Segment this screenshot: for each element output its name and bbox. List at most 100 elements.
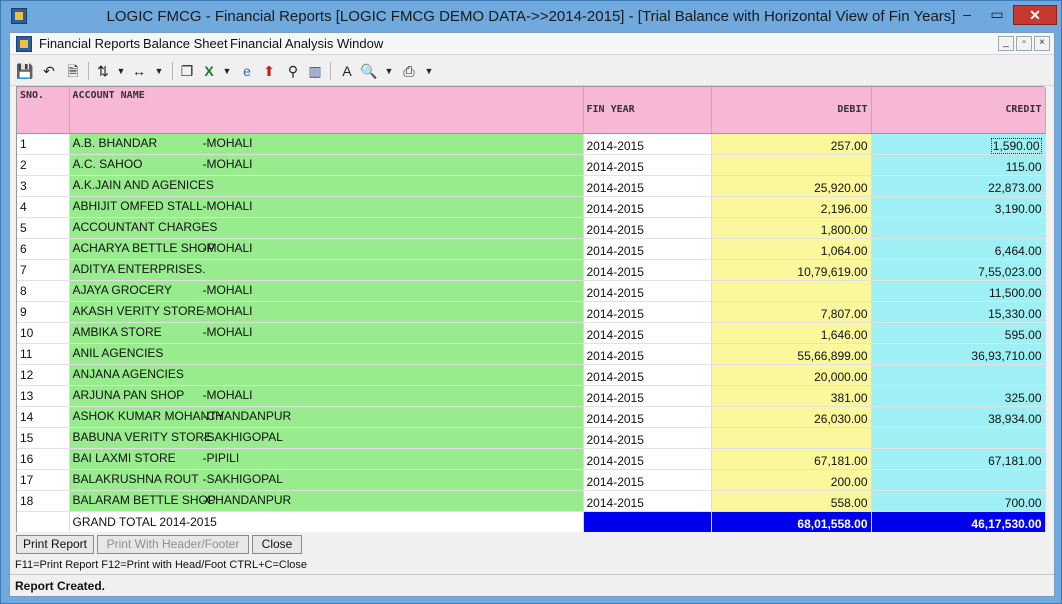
cell-fin-year[interactable]: 2014-2015	[583, 469, 712, 491]
cell-debit[interactable]: 10,79,619.00	[711, 259, 872, 281]
cell-sno[interactable]: 14	[17, 406, 70, 428]
column-header-fin-year[interactable]: FIN YEAR	[583, 87, 712, 134]
cell-fin-year[interactable]: 2014-2015	[583, 364, 712, 386]
cell-credit[interactable]: 115.00	[871, 154, 1046, 176]
mdi-close-button[interactable]: ×	[1034, 36, 1050, 51]
cell-credit[interactable]: 595.00	[871, 322, 1046, 344]
print-header-footer-button[interactable]: Print With Header/Footer	[97, 535, 249, 554]
cell-account[interactable]: A.B. BHANDAR -MOHALI	[69, 133, 584, 155]
cell-fin-year[interactable]: 2014-2015	[583, 490, 712, 512]
table-row[interactable]: 3 A.K.JAIN AND AGENICES 2014-2015 25,920.00…	[17, 175, 1046, 197]
table-row[interactable]: 15 BABUNA VERITY STORE-SAKHIGOPAL 2014-201…	[17, 427, 1046, 449]
cell-debit[interactable]: 20,000.00	[711, 364, 872, 386]
cell-fin-year[interactable]: 2014-2015	[583, 301, 712, 323]
preview-icon[interactable]: 🔍	[360, 62, 378, 80]
cell-sno[interactable]: 16	[17, 448, 70, 470]
cell-sno[interactable]: 17	[17, 469, 70, 491]
cell-account[interactable]: ACHARYA BETTLE SHOP-MOHALI	[69, 238, 584, 260]
column-header-debit[interactable]: DEBIT	[711, 87, 872, 134]
copy-icon[interactable]: ❐	[178, 62, 196, 80]
cell-debit[interactable]: 1,646.00	[711, 322, 872, 344]
cell-debit[interactable]: 257.00	[711, 133, 872, 155]
sort-icon[interactable]: ⇅	[94, 62, 112, 80]
up-arrow-icon[interactable]: ⬆	[260, 62, 278, 80]
cell-fin-year[interactable]: 2014-2015	[583, 448, 712, 470]
column-width-icon[interactable]: ↔	[130, 62, 148, 80]
document-icon[interactable]	[16, 36, 32, 52]
chevron-down-icon[interactable]: ▼	[218, 62, 236, 80]
cell-account[interactable]: AMBIKA STORE -MOHALI	[69, 322, 584, 344]
cell-sno[interactable]: 10	[17, 322, 70, 344]
cell-sno[interactable]: 2	[17, 154, 70, 176]
cell-account[interactable]: ASHOK KUMAR MOHANTY-CHANDANPUR	[69, 406, 584, 428]
cell-account[interactable]: ANJANA AGENCIES	[69, 364, 584, 386]
export-icon[interactable]: 🗎	[64, 62, 82, 80]
cell-sno[interactable]: 11	[17, 343, 70, 365]
cell-account[interactable]: A.K.JAIN AND AGENICES	[69, 175, 584, 197]
cell-credit[interactable]: 67,181.00	[871, 448, 1046, 470]
cell-credit[interactable]: 22,873.00	[871, 175, 1046, 197]
cell-sno[interactable]: 7	[17, 259, 70, 281]
table-row[interactable]: 12 ANJANA AGENCIES 2014-2015 20,000.00	[17, 364, 1046, 386]
cell-debit[interactable]: 55,66,899.00	[711, 343, 872, 365]
menu-financial-analysis[interactable]: Financial Analysis	[230, 36, 333, 51]
cell-sno[interactable]: 12	[17, 364, 70, 386]
cell-sno[interactable]: 18	[17, 490, 70, 512]
cell-credit[interactable]	[871, 364, 1046, 386]
cell-credit[interactable]: 3,190.00	[871, 196, 1046, 218]
print-icon[interactable]: ⎙	[400, 62, 418, 80]
menu-financial-reports[interactable]: Financial Reports	[39, 36, 140, 51]
close-button[interactable]: Close	[252, 535, 302, 554]
table-row[interactable]: 2 A.C. SAHOO -MOHALI 2014-2015 115.00	[17, 154, 1046, 176]
table-row[interactable]: 9 AKASH VERITY STORE-MOHALI 2014-2015 7,807…	[17, 301, 1046, 323]
cell-sno[interactable]: 15	[17, 427, 70, 449]
cell-debit[interactable]: 1,064.00	[711, 238, 872, 260]
cell-account[interactable]: BAI LAXMI STORE -PIPILI	[69, 448, 584, 470]
cell-fin-year[interactable]: 2014-2015	[583, 343, 712, 365]
mdi-restore-button[interactable]: ▫	[1016, 36, 1032, 51]
cell-fin-year[interactable]: 2014-2015	[583, 217, 712, 239]
cell-credit[interactable]: 1,590.00	[871, 133, 1046, 155]
mdi-minimize-button[interactable]: _	[998, 36, 1014, 51]
cell-fin-year[interactable]: 2014-2015	[583, 322, 712, 344]
cell-debit[interactable]	[711, 427, 872, 449]
cell-account[interactable]: ACCOUNTANT CHARGES	[69, 217, 584, 239]
cell-credit[interactable]: 38,934.00	[871, 406, 1046, 428]
maximize-button[interactable]: ▭	[984, 5, 1010, 25]
title-bar[interactable]: LOGIC FMCG - Financial Reports [LOGIC FM…	[1, 1, 1061, 33]
cell-credit[interactable]	[871, 469, 1046, 491]
table-row[interactable]: 17 BALAKRUSHNA ROUT -SAKHIGOPAL 2014-2015 20…	[17, 469, 1046, 491]
chevron-down-icon[interactable]: ▼	[420, 62, 438, 80]
table-row[interactable]: 1 A.B. BHANDAR -MOHALI 2014-2015 257.00 1,590…	[17, 133, 1046, 155]
table-row[interactable]: 7 ADITYA ENTERPRISES. 2014-2015 10,79,619.0…	[17, 259, 1046, 281]
table-row[interactable]: 8 AJAYA GROCERY -MOHALI 2014-2015 11,500.00	[17, 280, 1046, 302]
cell-sno[interactable]: 13	[17, 385, 70, 407]
cell-credit[interactable]: 700.00	[871, 490, 1046, 512]
cell-sno[interactable]: 9	[17, 301, 70, 323]
chart-icon[interactable]: ▥	[306, 62, 324, 80]
save-icon[interactable]: 💾	[16, 62, 34, 80]
cell-account[interactable]: BALARAM BETTLE SHOP-CHANDANPUR	[69, 490, 584, 512]
chevron-down-icon[interactable]: ▼	[380, 62, 398, 80]
column-header-credit[interactable]: CREDIT	[871, 87, 1046, 134]
cell-credit[interactable]: 11,500.00	[871, 280, 1046, 302]
report-grid[interactable]: SNO. ACCOUNT NAME FIN YEAR DEBIT CREDIT …	[16, 86, 1046, 532]
cell-fin-year[interactable]: 2014-2015	[583, 259, 712, 281]
close-window-button[interactable]: ✕	[1013, 5, 1057, 25]
browser-icon[interactable]: e	[238, 62, 256, 80]
cell-sno[interactable]: 8	[17, 280, 70, 302]
cell-fin-year[interactable]: 2014-2015	[583, 427, 712, 449]
cell-fin-year[interactable]: 2014-2015	[583, 154, 712, 176]
cell-account[interactable]: AJAYA GROCERY -MOHALI	[69, 280, 584, 302]
column-header-sno[interactable]: SNO.	[17, 87, 70, 134]
cell-sno[interactable]: 5	[17, 217, 70, 239]
cell-sno[interactable]: 6	[17, 238, 70, 260]
cell-debit[interactable]	[711, 280, 872, 302]
table-row[interactable]: 14 ASHOK KUMAR MOHANTY-CHANDANPUR 2014-201…	[17, 406, 1046, 428]
cell-fin-year[interactable]: 2014-2015	[583, 175, 712, 197]
cell-debit[interactable]: 558.00	[711, 490, 872, 512]
cell-account[interactable]: ADITYA ENTERPRISES.	[69, 259, 584, 281]
cell-account[interactable]: A.C. SAHOO -MOHALI	[69, 154, 584, 176]
table-row[interactable]: 5 ACCOUNTANT CHARGES 2014-2015 1,800.00	[17, 217, 1046, 239]
font-icon[interactable]: A	[338, 62, 356, 80]
